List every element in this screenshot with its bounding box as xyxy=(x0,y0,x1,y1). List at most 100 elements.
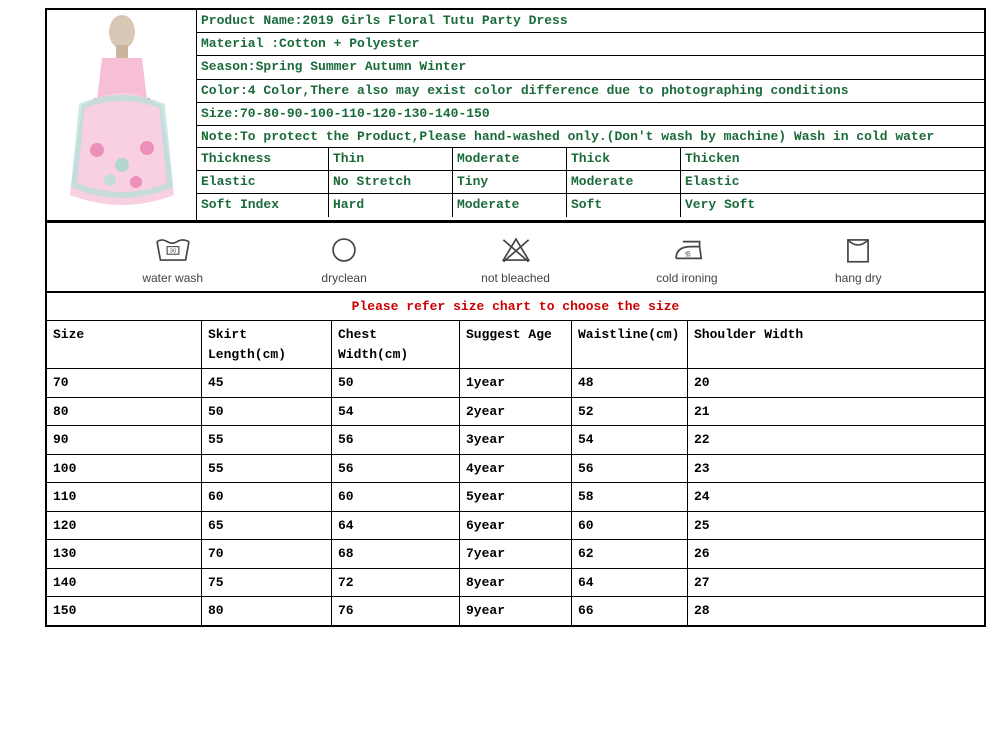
size-cell: 60 xyxy=(572,512,688,541)
attr-val: Thick xyxy=(567,148,681,171)
size-cell: 60 xyxy=(202,483,332,512)
size-header-cell: Suggest Age xyxy=(460,321,572,369)
size-cell: 80 xyxy=(47,398,202,427)
size-cell: 3year xyxy=(460,426,572,455)
size-data-row: 12065646year6025 xyxy=(47,512,984,541)
care-cold-ironing: 低 cold ironing xyxy=(601,233,772,285)
size-cell: 50 xyxy=(202,398,332,427)
size-cell: 4year xyxy=(460,455,572,484)
size-cell: 25 xyxy=(688,512,984,541)
size-cell: 56 xyxy=(572,455,688,484)
care-label: cold ironing xyxy=(656,271,717,285)
size-cell: 64 xyxy=(332,512,460,541)
size-cell: 54 xyxy=(332,398,460,427)
size-cell: 9year xyxy=(460,597,572,625)
size-cell: 50 xyxy=(332,369,460,398)
size-cell: 76 xyxy=(332,597,460,625)
size-data-row: 15080769year6628 xyxy=(47,597,984,625)
size-cell: 150 xyxy=(47,597,202,625)
size-cell: 8year xyxy=(460,569,572,598)
color-row: Color:4 Color,There also may exist color… xyxy=(197,80,984,103)
size-chart: Please refer size chart to choose the si… xyxy=(45,293,986,627)
size-cell: 21 xyxy=(688,398,984,427)
size-cell: 80 xyxy=(202,597,332,625)
svg-text:30: 30 xyxy=(169,249,176,255)
size-cell: 72 xyxy=(332,569,460,598)
attr-row-elastic: Elastic No Stretch Tiny Moderate Elastic xyxy=(197,171,984,194)
size-cell: 55 xyxy=(202,455,332,484)
size-data-row: 8050542year5221 xyxy=(47,398,984,427)
product-info-block: Product Name:2019 Girls Floral Tutu Part… xyxy=(45,8,986,222)
size-cell: 56 xyxy=(332,455,460,484)
size-header-cell: Skirt Length(cm) xyxy=(202,321,332,369)
size-cell: 24 xyxy=(688,483,984,512)
care-dryclean: dryclean xyxy=(258,233,429,285)
care-label: dryclean xyxy=(321,271,366,285)
size-cell: 70 xyxy=(202,540,332,569)
size-cell: 48 xyxy=(572,369,688,398)
season-row: Season:Spring Summer Autumn Winter xyxy=(197,56,984,79)
size-row: Size:70-80-90-100-110-120-130-140-150 xyxy=(197,103,984,126)
care-not-bleached: not bleached xyxy=(430,233,601,285)
size-cell: 26 xyxy=(688,540,984,569)
product-image xyxy=(47,10,197,220)
size-header-cell: Size xyxy=(47,321,202,369)
size-header-row: SizeSkirt Length(cm)Chest Width(cm)Sugge… xyxy=(47,321,984,369)
size-cell: 68 xyxy=(332,540,460,569)
size-cell: 52 xyxy=(572,398,688,427)
attr-val: No Stretch xyxy=(329,171,453,194)
size-cell: 27 xyxy=(688,569,984,598)
size-cell: 62 xyxy=(572,540,688,569)
size-cell: 28 xyxy=(688,597,984,625)
care-label: hang dry xyxy=(835,271,882,285)
size-data-row: 11060605year5824 xyxy=(47,483,984,512)
attr-row-soft: Soft Index Hard Moderate Soft Very Soft xyxy=(197,194,984,216)
size-data-row: 10055564year5623 xyxy=(47,455,984,484)
size-cell: 55 xyxy=(202,426,332,455)
size-cell: 20 xyxy=(688,369,984,398)
not-bleached-icon xyxy=(495,233,537,267)
size-cell: 120 xyxy=(47,512,202,541)
size-cell: 110 xyxy=(47,483,202,512)
hang-dry-icon xyxy=(837,233,879,267)
size-cell: 90 xyxy=(47,426,202,455)
size-cell: 66 xyxy=(572,597,688,625)
size-cell: 1year xyxy=(460,369,572,398)
size-cell: 65 xyxy=(202,512,332,541)
size-data-row: 9055563year5422 xyxy=(47,426,984,455)
dress-icon xyxy=(62,10,182,220)
size-data-row: 7045501year4820 xyxy=(47,369,984,398)
size-cell: 2year xyxy=(460,398,572,427)
size-cell: 60 xyxy=(332,483,460,512)
size-header-cell: Shoulder Width xyxy=(688,321,984,369)
dryclean-icon xyxy=(323,233,365,267)
size-cell: 7year xyxy=(460,540,572,569)
size-cell: 54 xyxy=(572,426,688,455)
attr-label: Thickness xyxy=(197,148,329,171)
size-chart-title: Please refer size chart to choose the si… xyxy=(47,293,984,321)
size-cell: 64 xyxy=(572,569,688,598)
size-data-row: 14075728year6427 xyxy=(47,569,984,598)
care-hang-dry: hang dry xyxy=(773,233,944,285)
size-cell: 22 xyxy=(688,426,984,455)
size-cell: 45 xyxy=(202,369,332,398)
attr-val: Thin xyxy=(329,148,453,171)
note-row: Note:To protect the Product,Please hand-… xyxy=(197,126,984,148)
attr-row-thickness: Thickness Thin Moderate Thick Thicken xyxy=(197,148,984,171)
care-water-wash: 30 water wash xyxy=(87,233,258,285)
svg-text:低: 低 xyxy=(685,250,691,258)
size-header-cell: Waistline(cm) xyxy=(572,321,688,369)
size-data-row: 13070687year6226 xyxy=(47,540,984,569)
size-cell: 23 xyxy=(688,455,984,484)
attr-val: Very Soft xyxy=(681,194,984,216)
cold-ironing-icon: 低 xyxy=(666,233,708,267)
care-instructions: 30 water wash dryclean not bleached 低 co… xyxy=(45,222,986,293)
attr-val: Moderate xyxy=(567,171,681,194)
size-cell: 5year xyxy=(460,483,572,512)
product-name-row: Product Name:2019 Girls Floral Tutu Part… xyxy=(197,10,984,33)
attr-val: Moderate xyxy=(453,148,567,171)
material-row: Material :Cotton + Polyester xyxy=(197,33,984,56)
size-cell: 75 xyxy=(202,569,332,598)
attr-val: Moderate xyxy=(453,194,567,216)
size-cell: 100 xyxy=(47,455,202,484)
